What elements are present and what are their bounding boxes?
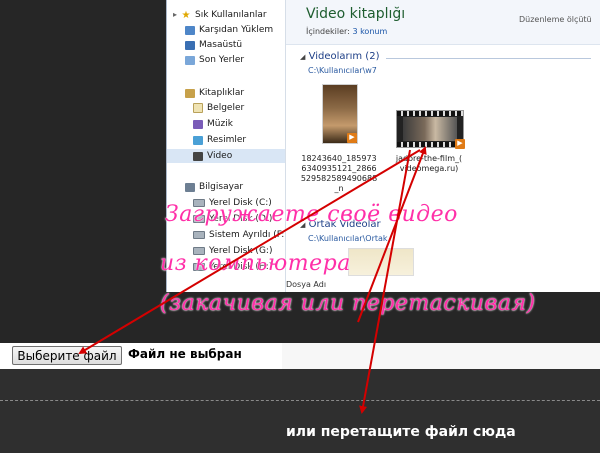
nav-label: Bilgisayar [199,182,244,192]
navigation-pane: ▸ ★ Sık Kullanılanlar Karşıdan Yüklem Ma… [167,0,286,292]
group-title-my-videos[interactable]: ◢ Videolarım (2) [300,51,379,62]
desktop-icon [185,40,195,50]
nav-label: Son Yerler [199,55,245,65]
film-strip [397,111,463,116]
star-icon: ★ [181,9,191,21]
film-strip [397,142,463,147]
download-folder-icon [185,25,195,35]
group-divider [386,58,591,59]
collapse-icon: ◢ [300,53,306,61]
nav-label: Video [207,151,233,161]
play-icon: ▶ [347,133,357,143]
arrange-by-label[interactable]: Düzenleme ölçütü [519,15,592,24]
drop-zone[interactable] [0,369,600,453]
video-icon [193,151,203,161]
nav-item-video[interactable]: Video [167,149,285,163]
video-file-name-1[interactable]: 18243640_185973 6340935121_2866 52958258… [298,154,380,194]
includes-locations-link[interactable]: 3 konum [352,27,387,36]
nav-label: Resimler [207,135,247,145]
filename-label: Dosya Adı [286,280,327,289]
upload-bar-right [282,343,600,369]
drive-icon [193,231,205,239]
group-path-public-videos[interactable]: C:\Kullanıcılar\Ortak [308,234,388,243]
video-thumbnail-2[interactable]: ▶ [396,110,465,149]
collapse-icon: ▸ [173,10,178,19]
annotation-line-2: из компьютера [160,251,351,276]
nav-favorites-header[interactable]: ▸ ★ Sık Kullanılanlar [173,8,291,22]
library-includes: İçindekiler: 3 konum [306,27,387,36]
play-icon: ▶ [455,139,465,149]
library-header: Video kitaplığı İçindekiler: 3 konum Düz… [286,0,600,45]
group-path-my-videos[interactable]: C:\Kullanıcılar\w7 [308,66,377,75]
pictures-icon [193,135,203,145]
documents-icon [193,103,203,113]
includes-label: İçindekiler: [306,27,350,36]
thumbnail-image [403,117,457,141]
file-explorer-dialog: ▸ ★ Sık Kullanılanlar Karşıdan Yüklem Ma… [166,0,600,292]
no-file-selected-label: Файл не выбран [128,347,242,361]
nav-label: Sık Kullanılanlar [195,10,267,20]
libraries-icon [185,88,195,98]
nav-label: Müzik [207,119,233,129]
video-thumbnail-1[interactable]: ▶ [322,84,358,144]
nav-label: Sistem Ayrıldı (F: [209,230,285,240]
drop-zone-dashed-border [0,400,600,401]
annotation-line-1: Загружаете своё видео [165,202,458,227]
nav-label: Masaüstü [199,40,243,50]
recent-places-icon [185,55,195,65]
music-icon [193,119,203,129]
drop-zone-text: или перетащите файл сюда [286,424,516,440]
group-title-text: Videolarım (2) [308,51,380,62]
choose-file-button[interactable]: Выберите файл [12,346,122,365]
nav-label: Karşıdan Yüklem [199,25,274,35]
computer-icon [185,182,195,192]
annotation-line-3: (закачивая или перетаскивая) [160,291,536,316]
content-pane: Video kitaplığı İçindekiler: 3 konum Düz… [286,0,600,292]
library-title: Video kitaplığı [306,6,406,22]
nav-label: Belgeler [207,103,245,113]
nav-label: Kitaplıklar [199,88,245,98]
video-thumbnail-3[interactable] [348,248,414,276]
video-file-name-2[interactable]: jadore-the-film_( videomega.ru) [386,154,472,174]
